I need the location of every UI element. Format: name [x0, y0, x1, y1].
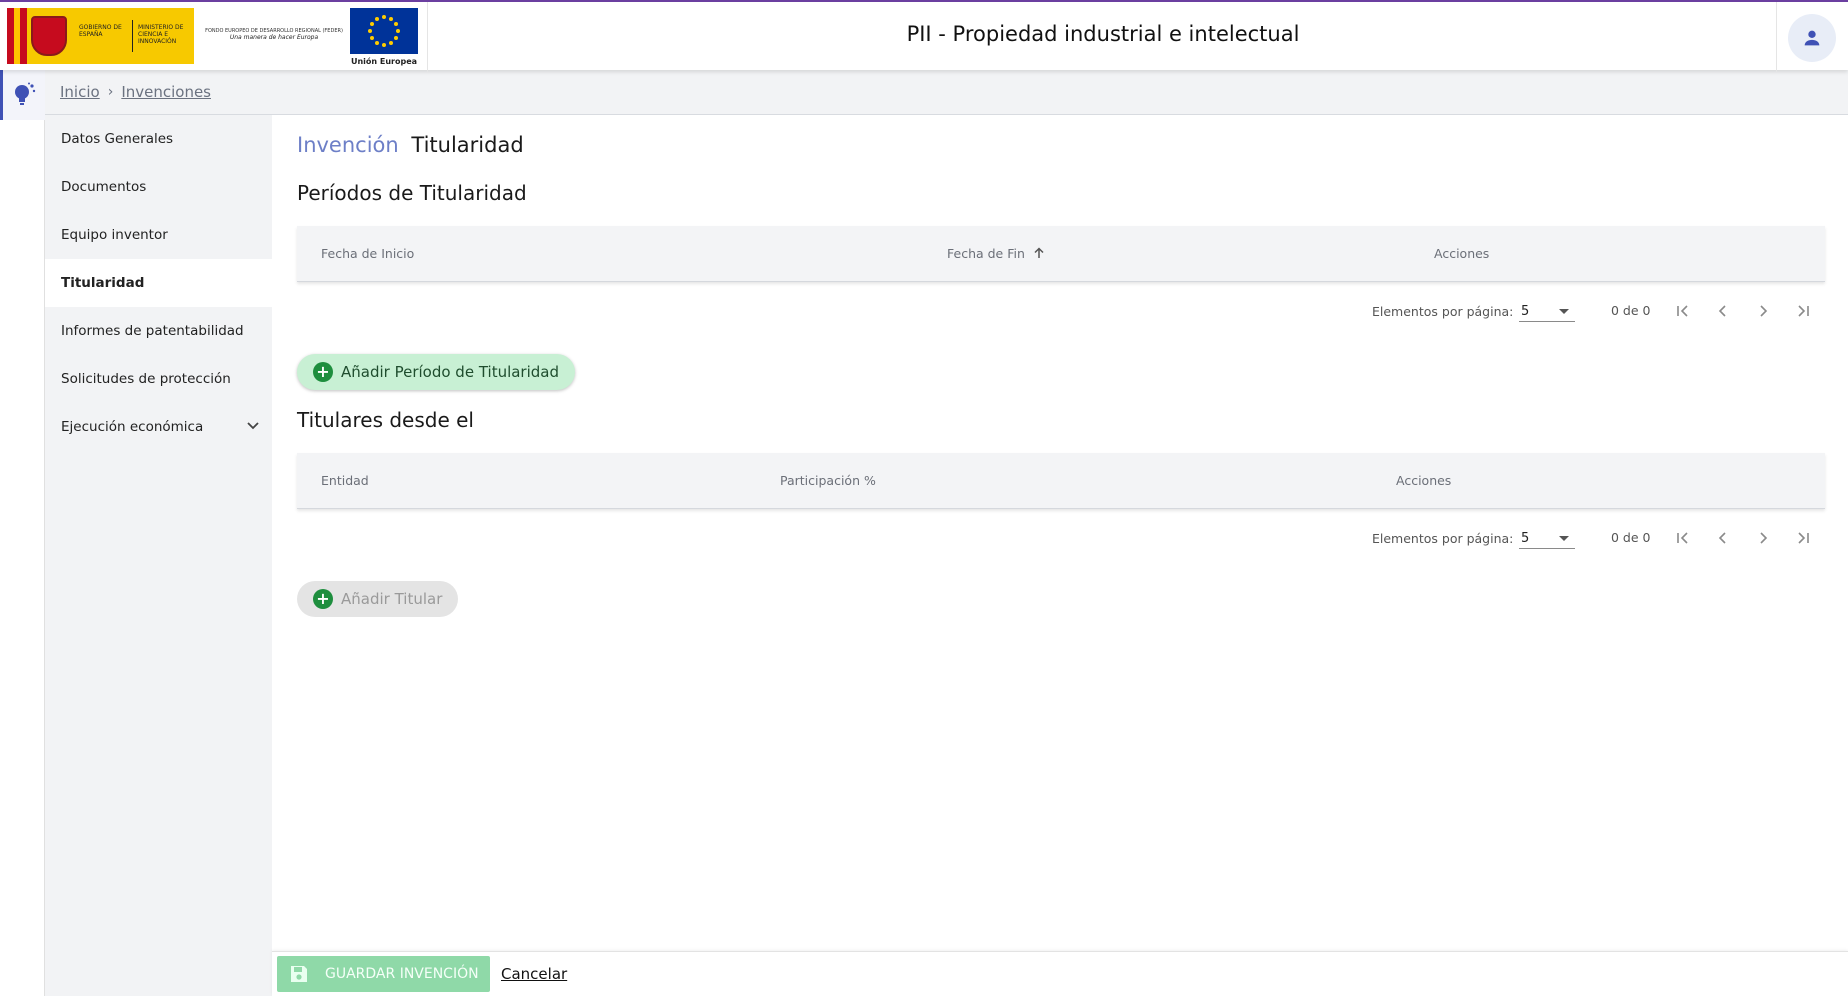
last-page-icon — [1798, 305, 1809, 317]
save-icon — [289, 964, 309, 984]
column-header-acciones: Acciones — [1396, 473, 1452, 488]
dropdown-arrow-icon — [1559, 536, 1569, 541]
menu-item-equipo-inventor[interactable]: Equipo inventor — [45, 211, 272, 259]
page-size-select[interactable]: 5 — [1519, 300, 1575, 322]
eu-star-icon — [389, 16, 393, 21]
feder-slogan: Una manera de hacer Europa — [229, 34, 319, 41]
holders-table: Entidad Participación % Acciones Element… — [297, 453, 1825, 571]
periods-paginator: Elementos por página: 5 0 de 0 — [297, 282, 1825, 344]
gobierno-logo: GOBIERNO DE ESPAÑA MINISTERIO DE CIENCIA… — [7, 8, 194, 64]
periods-table-header: Fecha de Inicio Fecha de Fin Acciones — [297, 226, 1825, 282]
next-page-button[interactable] — [1750, 525, 1776, 551]
coat-of-arms-icon — [31, 16, 67, 56]
app-header: GOBIERNO DE ESPAÑA MINISTERIO DE CIENCIA… — [0, 0, 1848, 72]
chevron-left-icon — [1718, 532, 1726, 544]
last-page-button[interactable] — [1790, 298, 1816, 324]
add-period-button[interactable]: + Añadir Período de Titularidad — [297, 354, 576, 390]
periods-section-title: Períodos de Titularidad — [297, 181, 527, 205]
column-header-fecha-fin[interactable]: Fecha de Fin — [947, 246, 1045, 261]
sort-ascending-icon — [1034, 247, 1044, 258]
eu-star-icon — [368, 29, 372, 33]
last-page-button[interactable] — [1790, 525, 1816, 551]
holders-paginator: Elementos por página: 5 0 de 0 — [297, 509, 1825, 571]
eu-flag-icon — [350, 8, 418, 54]
add-holder-button[interactable]: + Añadir Titular — [297, 581, 459, 617]
lightbulb-icon — [15, 82, 36, 105]
eu-star-icon — [396, 29, 400, 33]
eu-star-icon — [382, 15, 386, 19]
feder-logo: FONDO EUROPEO DE DESARROLLO REGIONAL (FE… — [204, 28, 344, 41]
add-circle-icon: + — [313, 589, 333, 609]
column-header-fecha-inicio[interactable]: Fecha de Inicio — [321, 246, 414, 261]
page-title-main: Titularidad — [411, 133, 524, 157]
first-page-icon — [1677, 305, 1688, 317]
eu-star-icon — [389, 41, 393, 46]
menu-item-solicitudes-proteccion[interactable]: Solicitudes de protección — [45, 355, 272, 403]
page-size-label: Elementos por página: — [1372, 304, 1514, 319]
eu-logo: Unión Europea — [350, 8, 418, 68]
eu-star-icon — [394, 22, 399, 26]
eu-star-icon — [375, 41, 379, 46]
rail-item-pii[interactable] — [0, 70, 45, 120]
next-page-button[interactable] — [1750, 298, 1776, 324]
ministerio-label: MINISTERIO DE CIENCIA E INNOVACIÓN — [138, 24, 184, 45]
first-page-button[interactable] — [1670, 525, 1696, 551]
chevron-left-icon — [1718, 305, 1726, 317]
menu-item-documentos[interactable]: Documentos — [45, 163, 272, 211]
page-size-label: Elementos por página: — [1372, 531, 1514, 546]
page-title: Invención Titularidad — [297, 133, 524, 157]
page-range-label: 0 de 0 — [1611, 530, 1651, 545]
page-size-select[interactable]: 5 — [1519, 527, 1575, 549]
spain-flag-icon — [7, 8, 27, 64]
eu-star-icon — [369, 36, 374, 40]
form-footer: GUARDAR INVENCIÓN Cancelar — [272, 951, 1848, 996]
chevron-right-icon — [1760, 305, 1768, 317]
app-title: PII - Propiedad industrial e intelectual — [906, 22, 1300, 46]
eu-star-icon — [394, 36, 399, 40]
save-invention-button[interactable]: GUARDAR INVENCIÓN — [277, 956, 490, 992]
column-header-participacion: Participación % — [780, 473, 876, 488]
menu-item-ejecucion-economica[interactable]: Ejecución económica — [45, 403, 272, 451]
cancel-link[interactable]: Cancelar — [501, 965, 567, 983]
menu-item-informes-patentabilidad[interactable]: Informes de patentabilidad — [45, 307, 272, 355]
breadcrumb-invenciones-link[interactable]: Invenciones — [121, 83, 211, 101]
dropdown-arrow-icon — [1559, 309, 1569, 314]
menu-item-datos-generales[interactable]: Datos Generales — [45, 115, 272, 163]
holders-section-title: Titulares desde el — [297, 408, 474, 432]
previous-page-button[interactable] — [1710, 298, 1736, 324]
chevron-down-icon[interactable] — [246, 419, 260, 433]
last-page-icon — [1798, 532, 1809, 544]
breadcrumb-home-link[interactable]: Inicio — [60, 83, 100, 101]
eu-label: Unión Europea — [350, 57, 418, 66]
page-title-prefix: Invención — [297, 133, 399, 157]
gobierno-label: GOBIERNO DE ESPAÑA — [79, 24, 122, 38]
chevron-right-icon — [1760, 532, 1768, 544]
breadcrumb: Inicio › Invenciones — [45, 70, 1848, 115]
previous-page-button[interactable] — [1710, 525, 1736, 551]
column-header-entidad: Entidad — [321, 473, 369, 488]
person-icon — [1804, 30, 1820, 46]
first-page-icon — [1677, 532, 1688, 544]
user-menu-button[interactable] — [1788, 14, 1836, 62]
first-page-button[interactable] — [1670, 298, 1696, 324]
main-content: Invención Titularidad Períodos de Titula… — [272, 115, 1848, 951]
page-range-label: 0 de 0 — [1611, 303, 1651, 318]
column-header-acciones: Acciones — [1434, 246, 1490, 261]
chevron-right-icon: › — [107, 84, 114, 100]
menu-item-titularidad[interactable]: Titularidad — [45, 259, 272, 307]
section-menu: Datos Generales Documentos Equipo invent… — [45, 115, 272, 996]
eu-star-icon — [375, 16, 379, 21]
eu-star-icon — [382, 43, 386, 47]
periods-table: Fecha de Inicio Fecha de Fin Acciones El… — [297, 226, 1825, 344]
holders-table-header: Entidad Participación % Acciones — [297, 453, 1825, 509]
eu-star-icon — [369, 22, 374, 26]
module-rail — [0, 70, 45, 996]
add-circle-icon: + — [313, 362, 333, 382]
